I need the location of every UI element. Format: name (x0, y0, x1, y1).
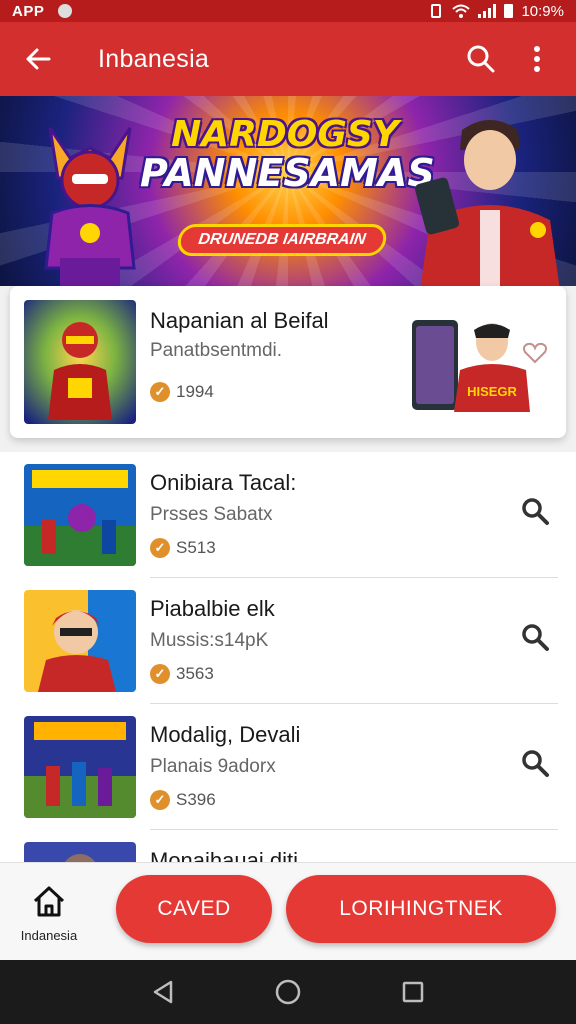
banner-title: NARDOGSY PANNESAMAS (140, 114, 435, 195)
list-item-subtitle: Prsses Sabatx (150, 504, 273, 525)
promo-shirt-text: HISEGR (467, 384, 517, 399)
screen: APP 10:9% Inbanesia NARDOGSY PANNESAMAS … (0, 0, 576, 1024)
list-item-thumbnail (24, 716, 136, 818)
list-item-thumbnail-art (24, 464, 136, 566)
list-item-meta: ✓ 3563 (150, 664, 214, 684)
bottom-action-bar: Indanesia CAVED LORIHINGTNEK (0, 862, 576, 960)
search-icon (522, 624, 549, 651)
list-item-meta-value: 3563 (176, 664, 214, 683)
verified-check-icon: ✓ (150, 790, 170, 810)
primary-action-button[interactable]: LORIHINGTNEK (286, 875, 556, 943)
wifi-icon (452, 4, 471, 18)
banner-title-line2: PANNESAMAS (140, 150, 435, 195)
featured-meta-value: 1994 (176, 382, 214, 401)
list-item-meta-value: S513 (176, 538, 216, 557)
list-item-meta-value: S396 (176, 790, 216, 809)
list-item-meta: ✓ S396 (150, 790, 216, 810)
list-item-meta: ✓ S513 (150, 538, 216, 558)
vibrate-icon (431, 4, 442, 18)
home-icon (33, 886, 65, 917)
list-item-thumbnail-art (24, 590, 136, 692)
page-title: Inbanesia (98, 44, 210, 73)
back-button[interactable] (20, 41, 56, 77)
featured-title: Napanian al Beifal (150, 308, 329, 333)
home-tab[interactable]: Indanesia (8, 881, 90, 951)
featured-meta: ✓ 1994 (150, 382, 214, 402)
notification-icon (58, 4, 73, 18)
status-bar: APP 10:9% (0, 0, 576, 22)
battery-icon (504, 4, 514, 18)
featured-thumbnail-art (24, 300, 136, 424)
list-item[interactable]: Modalig, Devali Planais 9adorx ✓ S396 (0, 704, 576, 830)
nav-recents-button[interactable] (397, 976, 429, 1008)
list-item-search-button[interactable] (518, 620, 552, 654)
app-bar: Inbanesia (0, 22, 576, 96)
list-item-search-button[interactable] (518, 746, 552, 780)
list-item-search-button[interactable] (518, 494, 552, 528)
verified-check-icon: ✓ (150, 382, 170, 402)
list-item-subtitle: Planais 9adorx (150, 756, 276, 777)
heart-icon (523, 342, 547, 364)
search-icon (467, 45, 495, 73)
saved-button[interactable]: CAVED (116, 875, 272, 943)
status-icons: 10:9% (428, 3, 564, 20)
search-icon (522, 750, 549, 777)
list-item[interactable]: Piabalbie elk Mussis:s14pK ✓ 3563 (0, 578, 576, 704)
search-icon (522, 498, 549, 525)
banner-tag: DRUNEDB IAIRBRAIN (175, 224, 389, 256)
nav-back-button[interactable] (147, 976, 179, 1008)
system-nav-bar (0, 960, 576, 1024)
nav-recents-icon (403, 981, 424, 1003)
nav-home-icon (275, 979, 301, 1005)
list-item-title: Piabalbie elk (150, 596, 275, 621)
search-button[interactable] (464, 42, 498, 76)
status-app-label: APP (12, 2, 45, 20)
banner-hero-right-illustration (414, 120, 560, 286)
list-item-title: Onibiara Tacal: (150, 470, 297, 495)
list-item-thumbnail-art (24, 716, 136, 818)
game-list: Onibiara Tacal: Prsses Sabatx ✓ S513 Pia… (0, 452, 576, 872)
back-arrow-icon (26, 48, 51, 70)
list-item[interactable]: Onibiara Tacal: Prsses Sabatx ✓ S513 (0, 452, 576, 578)
favorite-button[interactable] (518, 336, 552, 370)
more-vert-icon (534, 46, 540, 72)
overflow-menu-button[interactable] (520, 42, 554, 76)
list-item-thumbnail (24, 590, 136, 692)
promo-banner[interactable]: NARDOGSY PANNESAMAS DRUNEDB IAIRBRAIN (0, 96, 576, 286)
signal-icon (478, 4, 497, 18)
nav-home-button[interactable] (272, 976, 304, 1008)
verified-check-icon: ✓ (150, 538, 170, 558)
featured-subtitle: Panatbsentmdi. (150, 340, 283, 361)
list-item-thumbnail (24, 464, 136, 566)
list-item-title: Modalig, Devali (150, 722, 301, 747)
banner-title-line1: NARDOGSY (171, 114, 399, 155)
verified-check-icon: ✓ (150, 664, 170, 684)
featured-card[interactable]: Napanian al Beifal Panatbsentmdi. ✓ 1994… (10, 286, 566, 438)
featured-promo-illustration: HISEGR (412, 320, 530, 412)
status-time: 10:9% (521, 2, 564, 20)
featured-thumbnail (24, 300, 136, 424)
list-item-subtitle: Mussis:s14pK (150, 630, 269, 651)
nav-back-icon (153, 980, 172, 1004)
home-tab-label: Indanesia (20, 928, 78, 943)
banner-hero-left-illustration (44, 127, 136, 286)
